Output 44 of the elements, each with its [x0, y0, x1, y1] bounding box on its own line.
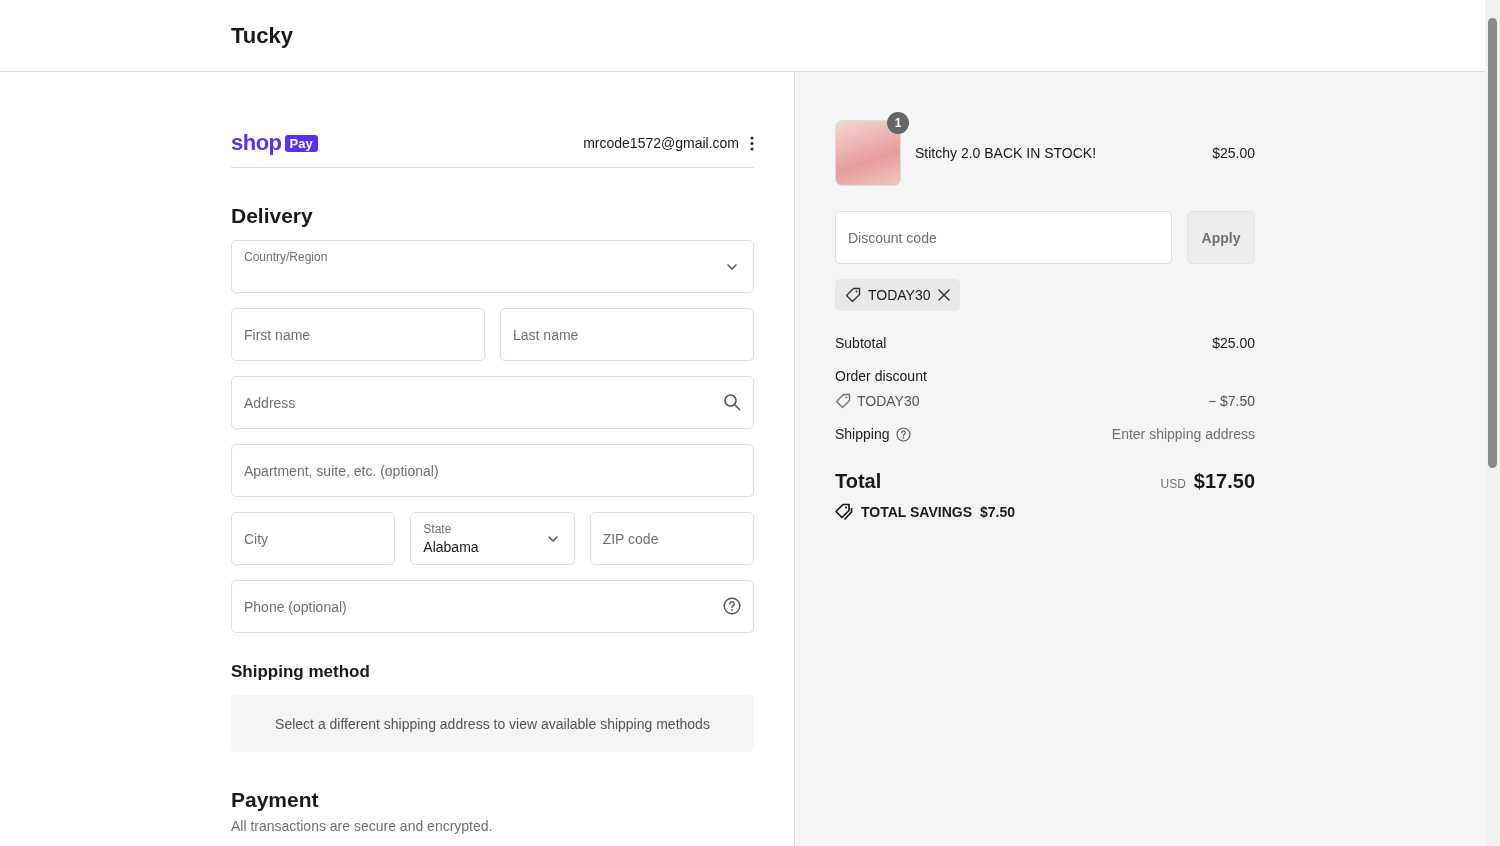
- total-amount: $17.50: [1193, 470, 1255, 493]
- savings-label: TOTAL SAVINGS: [861, 504, 972, 520]
- quantity-badge: 1: [887, 112, 909, 134]
- tag-icon: [845, 287, 861, 303]
- product-photo-placeholder: [835, 120, 901, 186]
- pay-logo-badge: Pay: [284, 134, 318, 152]
- savings-amount: $7.50: [980, 504, 1016, 520]
- help-icon: [895, 426, 911, 442]
- dropdown-field[interactable]: Country/Region: [231, 240, 754, 293]
- discount-code: TODAY30: [857, 393, 920, 409]
- summary-label: Shipping: [835, 426, 890, 442]
- discount-value: − $7.50: [1207, 393, 1255, 409]
- summary-value: Enter shipping address: [1111, 426, 1255, 442]
- account-email: mrcode1572@gmail.com: [583, 135, 739, 151]
- input-field[interactable]: First name: [231, 308, 485, 361]
- shop-logo-wordmark: shop: [231, 130, 282, 156]
- shipping-notice: Select a different shipping address to view available shipping methods: [231, 695, 754, 752]
- summary-label: Order discount: [835, 368, 927, 384]
- tags-icon: [835, 503, 853, 521]
- input-field[interactable]: Apartment, suite, etc. (optional): [231, 444, 754, 497]
- product-price: $25.00: [1212, 145, 1255, 161]
- scrollbar[interactable]: [1485, 0, 1500, 846]
- summary-label: Subtotal: [835, 335, 887, 351]
- discount-code: TODAY30: [868, 287, 931, 303]
- summary-value: $25.00: [1212, 335, 1255, 351]
- address-field[interactable]: Address: [231, 376, 754, 429]
- store-name[interactable]: Tucky: [231, 22, 293, 49]
- currency-code: USD: [1160, 477, 1186, 491]
- remove-icon[interactable]: [937, 289, 950, 301]
- search-icon: [723, 393, 741, 411]
- total-label: Total: [835, 470, 882, 493]
- section-heading: Payment: [231, 788, 320, 812]
- input-field[interactable]: Last name: [500, 308, 754, 361]
- input-field[interactable]: ZIP code: [589, 512, 754, 565]
- section-heading: Delivery: [231, 204, 314, 228]
- tag-icon: [835, 393, 851, 409]
- dropdown-field[interactable]: State Alabama: [410, 512, 575, 565]
- more-options-icon[interactable]: [750, 135, 754, 151]
- section-heading: Shipping method: [231, 662, 371, 682]
- help-icon: [723, 597, 741, 615]
- phone-field[interactable]: Phone (optional): [231, 580, 754, 633]
- product-name: Stitchy 2.0 BACK IN STOCK!: [915, 145, 1098, 161]
- input-field[interactable]: City: [231, 512, 396, 565]
- payment-subtitle: All transactions are secure and encrypted.: [231, 818, 494, 834]
